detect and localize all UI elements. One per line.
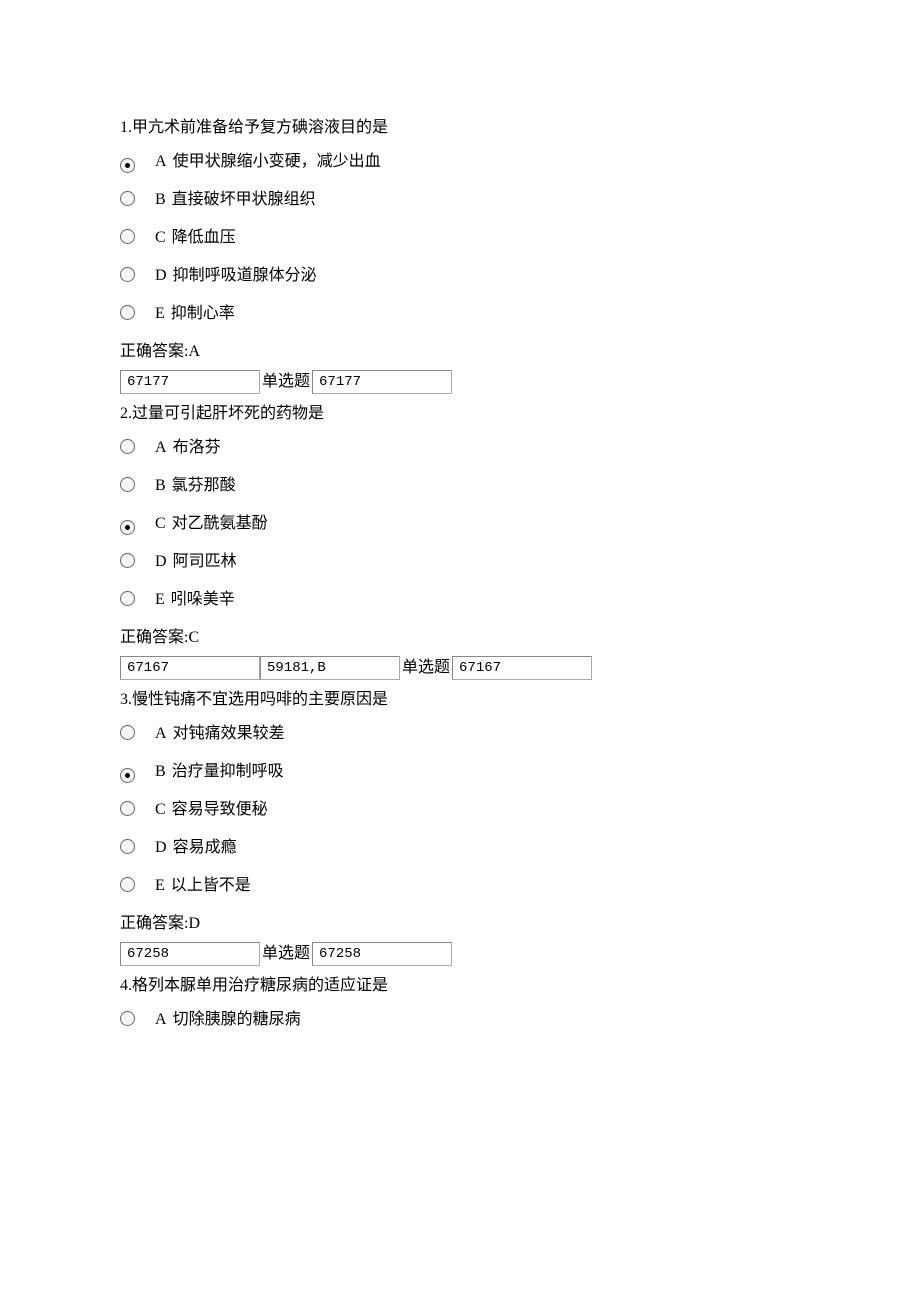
radio-button[interactable] (120, 591, 135, 606)
radio-button[interactable] (120, 439, 135, 454)
option-row[interactable]: A布洛芬 (120, 436, 800, 460)
option-letter: E (155, 302, 165, 326)
option-text: 吲哚美辛 (171, 588, 235, 612)
question: 4.格列本脲单用治疗糖尿病的适应证是 A切除胰腺的糖尿病 (120, 974, 800, 1032)
option-row[interactable]: C对乙酰氨基酚 (120, 512, 800, 536)
option-text: 以上皆不是 (171, 874, 251, 898)
input-row: 单选题 (120, 656, 800, 680)
id-input[interactable] (120, 370, 260, 394)
option-text: 容易导致便秘 (172, 798, 268, 822)
question-type-label: 单选题 (400, 656, 452, 680)
option-letter: A (155, 150, 167, 174)
radio-button[interactable] (120, 520, 135, 535)
option-text: 使甲状腺缩小变硬，减少出血 (173, 150, 381, 174)
option-text: 对钝痛效果较差 (173, 722, 285, 746)
option-letter: A (155, 436, 167, 460)
question-text: 4.格列本脲单用治疗糖尿病的适应证是 (120, 974, 800, 998)
input-row: 单选题 (120, 370, 800, 394)
question: 3.慢性钝痛不宜选用吗啡的主要原因是A对钝痛效果较差B治疗量抑制呼吸C容易导致便… (120, 688, 800, 966)
option-letter: B (155, 474, 166, 498)
option-letter: D (155, 836, 167, 860)
option-row[interactable]: E吲哚美辛 (120, 588, 800, 612)
question: 1.甲亢术前准备给予复方碘溶液目的是A使甲状腺缩小变硬，减少出血B直接破坏甲状腺… (120, 116, 800, 394)
radio-button[interactable] (120, 553, 135, 568)
option-text: 切除胰腺的糖尿病 (173, 1008, 301, 1032)
radio-button[interactable] (120, 191, 135, 206)
option-letter: B (155, 188, 166, 212)
id-input[interactable] (452, 656, 592, 680)
question-text: 2.过量可引起肝坏死的药物是 (120, 402, 800, 426)
answer-value: C (188, 629, 199, 646)
radio-button[interactable] (120, 839, 135, 854)
answer-value: A (188, 343, 200, 360)
radio-button[interactable] (120, 477, 135, 492)
id-input[interactable] (120, 656, 260, 680)
radio-button[interactable] (120, 801, 135, 816)
option-row[interactable]: B直接破坏甲状腺组织 (120, 188, 800, 212)
option-text: 阿司匹林 (173, 550, 237, 574)
option-row[interactable]: C容易导致便秘 (120, 798, 800, 822)
radio-button[interactable] (120, 267, 135, 282)
option-text: 直接破坏甲状腺组织 (172, 188, 316, 212)
option-letter: C (155, 226, 166, 250)
option-row[interactable]: D抑制呼吸道腺体分泌 (120, 264, 800, 288)
id-input[interactable] (312, 370, 452, 394)
option-letter: E (155, 874, 165, 898)
option-text: 降低血压 (172, 226, 236, 250)
option-text: 容易成瘾 (173, 836, 237, 860)
option-letter: D (155, 264, 167, 288)
answer-prefix: 正确答案: (120, 343, 188, 360)
option-text: 治疗量抑制呼吸 (172, 760, 284, 784)
option-letter: A (155, 1008, 167, 1032)
option-row[interactable]: A使甲状腺缩小变硬，减少出血 (120, 150, 800, 174)
option-letter: A (155, 722, 167, 746)
input-row: 单选题 (120, 942, 800, 966)
correct-answer: 正确答案:D (120, 912, 800, 936)
question-type-label: 单选题 (260, 370, 312, 394)
option-row[interactable]: D阿司匹林 (120, 550, 800, 574)
option-text: 抑制呼吸道腺体分泌 (173, 264, 317, 288)
question-type-label: 单选题 (260, 942, 312, 966)
correct-answer: 正确答案:A (120, 340, 800, 364)
option-letter: E (155, 588, 165, 612)
answer-prefix: 正确答案: (120, 915, 188, 932)
option-row[interactable]: B氯芬那酸 (120, 474, 800, 498)
option-row[interactable]: E抑制心率 (120, 302, 800, 326)
option-row[interactable]: E以上皆不是 (120, 874, 800, 898)
option-letter: B (155, 760, 166, 784)
option-text: 抑制心率 (171, 302, 235, 326)
option-row[interactable]: B治疗量抑制呼吸 (120, 760, 800, 784)
question-text: 3.慢性钝痛不宜选用吗啡的主要原因是 (120, 688, 800, 712)
answer-value: D (188, 915, 200, 932)
radio-button[interactable] (120, 1011, 135, 1026)
answer-prefix: 正确答案: (120, 629, 188, 646)
option-text: 布洛芬 (173, 436, 221, 460)
option-row[interactable]: A切除胰腺的糖尿病 (120, 1008, 800, 1032)
option-letter: D (155, 550, 167, 574)
option-row[interactable]: D容易成瘾 (120, 836, 800, 860)
option-letter: C (155, 512, 166, 536)
option-text: 对乙酰氨基酚 (172, 512, 268, 536)
id-input[interactable] (120, 942, 260, 966)
radio-button[interactable] (120, 229, 135, 244)
radio-button[interactable] (120, 725, 135, 740)
question: 2.过量可引起肝坏死的药物是A布洛芬B氯芬那酸C对乙酰氨基酚D阿司匹林E吲哚美辛… (120, 402, 800, 680)
radio-button[interactable] (120, 877, 135, 892)
extra-input[interactable] (260, 656, 400, 680)
option-text: 氯芬那酸 (172, 474, 236, 498)
radio-button[interactable] (120, 158, 135, 173)
radio-button[interactable] (120, 768, 135, 783)
correct-answer: 正确答案:C (120, 626, 800, 650)
option-letter: C (155, 798, 166, 822)
option-row[interactable]: A对钝痛效果较差 (120, 722, 800, 746)
id-input[interactable] (312, 942, 452, 966)
option-row[interactable]: C降低血压 (120, 226, 800, 250)
radio-button[interactable] (120, 305, 135, 320)
question-text: 1.甲亢术前准备给予复方碘溶液目的是 (120, 116, 800, 140)
